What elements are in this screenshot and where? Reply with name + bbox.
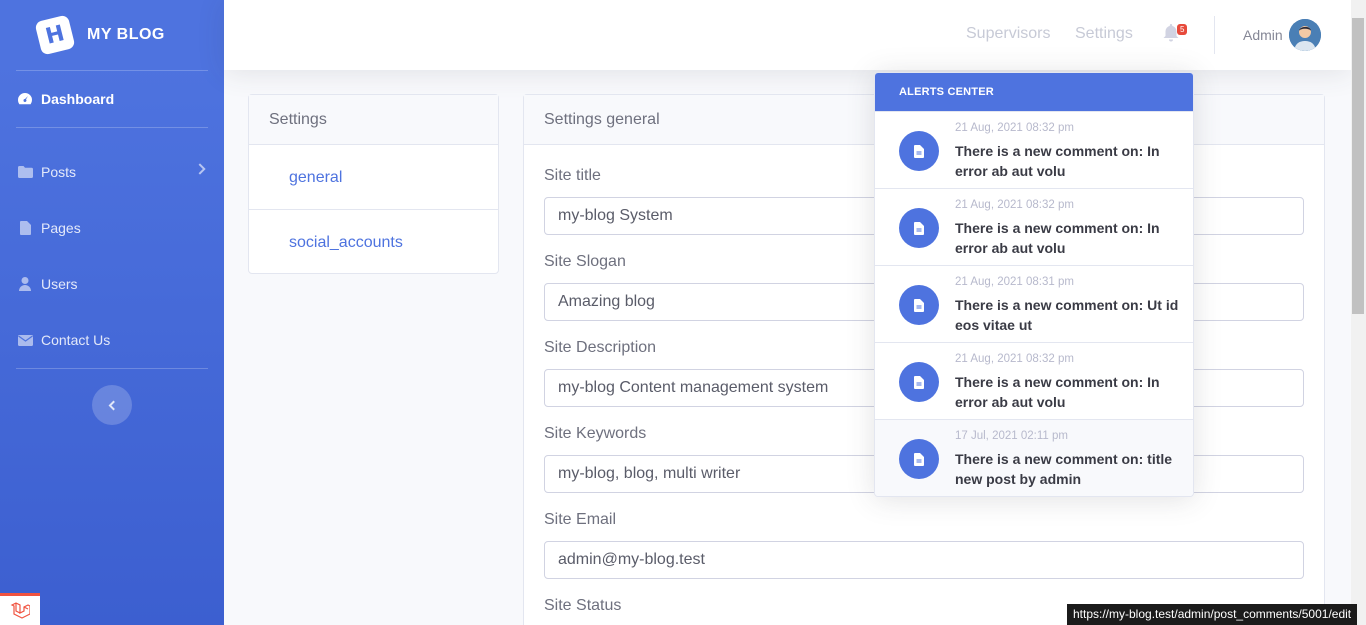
sidebar-item-pages[interactable]: Pages — [0, 200, 224, 256]
sidebar-item-label: Pages — [41, 220, 81, 236]
alerts-dropdown: ALERTS CENTER 21 Aug, 2021 08:32 pm Ther… — [874, 72, 1194, 497]
file-alt-icon — [899, 362, 939, 402]
user-icon — [16, 277, 34, 291]
alert-text: There is a new comment on: In error ab a… — [955, 220, 1160, 256]
site-email-label: Site Email — [544, 511, 617, 528]
alert-text: There is a new comment on: In error ab a… — [955, 143, 1160, 179]
settings-link-general[interactable]: general — [249, 145, 498, 210]
alerts-header: ALERTS CENTER — [875, 73, 1193, 111]
topbar-divider — [1214, 16, 1215, 54]
sidebar-item-dashboard[interactable]: Dashboard — [0, 71, 224, 127]
chevron-right-icon — [194, 163, 206, 175]
laravel-icon[interactable] — [0, 593, 40, 625]
brand-logo-icon: H — [34, 14, 76, 56]
file-alt-icon — [899, 208, 939, 248]
alert-text: There is a new comment on: title new pos… — [955, 451, 1173, 487]
sidebar-item-label: Contact Us — [41, 332, 111, 348]
site-keywords-label: Site Keywords — [544, 425, 647, 442]
sidebar-item-label: Users — [41, 276, 78, 292]
sidebar-item-posts[interactable]: Posts — [0, 144, 224, 200]
notification-count-badge: 5 — [1177, 24, 1188, 35]
file-alt-icon — [899, 439, 939, 479]
sidebar: H MY BLOG Dashboard Posts Pages Users Co… — [0, 0, 224, 625]
chevron-left-icon — [108, 400, 119, 410]
site-email-input[interactable] — [544, 541, 1304, 579]
avatar[interactable] — [1289, 19, 1321, 51]
file-alt-icon — [899, 285, 939, 325]
file-icon — [16, 221, 34, 235]
alert-item[interactable]: 21 Aug, 2021 08:31 pm There is a new com… — [875, 265, 1193, 342]
user-name[interactable]: Admin — [1243, 27, 1283, 43]
topbar: Supervisors Settings 5 Admin — [224, 0, 1351, 70]
folder-icon — [16, 165, 34, 179]
alert-text: There is a new comment on: In error ab a… — [955, 374, 1160, 410]
sidebar-divider — [16, 368, 208, 369]
nav-link-supervisors[interactable]: Supervisors — [966, 25, 1050, 43]
page-scrollbar-thumb[interactable] — [1352, 18, 1364, 314]
site-description-label: Site Description — [544, 339, 657, 356]
alert-item[interactable]: 17 Jul, 2021 02:11 pm There is a new com… — [875, 419, 1193, 496]
envelope-icon — [16, 333, 34, 347]
sidebar-item-label: Posts — [41, 164, 77, 180]
alert-text: There is a new comment on: Ut id eos vit… — [955, 297, 1179, 333]
settings-menu-title: Settings — [249, 95, 498, 145]
settings-link-social-accounts[interactable]: social_accounts — [249, 210, 498, 275]
alert-item[interactable]: 21 Aug, 2021 08:32 pm There is a new com… — [875, 188, 1193, 265]
site-slogan-label: Site Slogan — [544, 253, 626, 270]
alert-date: 21 Aug, 2021 08:31 pm — [955, 276, 1074, 288]
alert-date: 21 Aug, 2021 08:32 pm — [955, 122, 1074, 134]
sidebar-item-contact-us[interactable]: Contact Us — [0, 312, 224, 368]
alert-item[interactable]: 21 Aug, 2021 08:32 pm There is a new com… — [875, 342, 1193, 419]
sidebar-item-label: Dashboard — [41, 91, 115, 107]
brand-name: MY BLOG — [87, 26, 165, 43]
site-title-label: Site title — [544, 167, 601, 184]
nav-link-settings[interactable]: Settings — [1075, 25, 1133, 43]
sidebar-item-users[interactable]: Users — [0, 256, 224, 312]
status-bar-url: https://my-blog.test/admin/post_comments… — [1067, 604, 1358, 625]
alert-item[interactable]: 21 Aug, 2021 08:32 pm There is a new com… — [875, 111, 1193, 188]
alert-date: 21 Aug, 2021 08:32 pm — [955, 199, 1074, 211]
site-status-label: Site Status — [544, 597, 622, 614]
sidebar-toggle-button[interactable] — [92, 385, 132, 425]
settings-menu-card: Settings general social_accounts — [248, 94, 499, 274]
brand[interactable]: H MY BLOG — [0, 0, 224, 70]
alert-date: 21 Aug, 2021 08:32 pm — [955, 353, 1074, 365]
alert-date: 17 Jul, 2021 02:11 pm — [955, 430, 1068, 442]
tachometer-icon — [16, 92, 34, 106]
file-alt-icon — [899, 131, 939, 171]
